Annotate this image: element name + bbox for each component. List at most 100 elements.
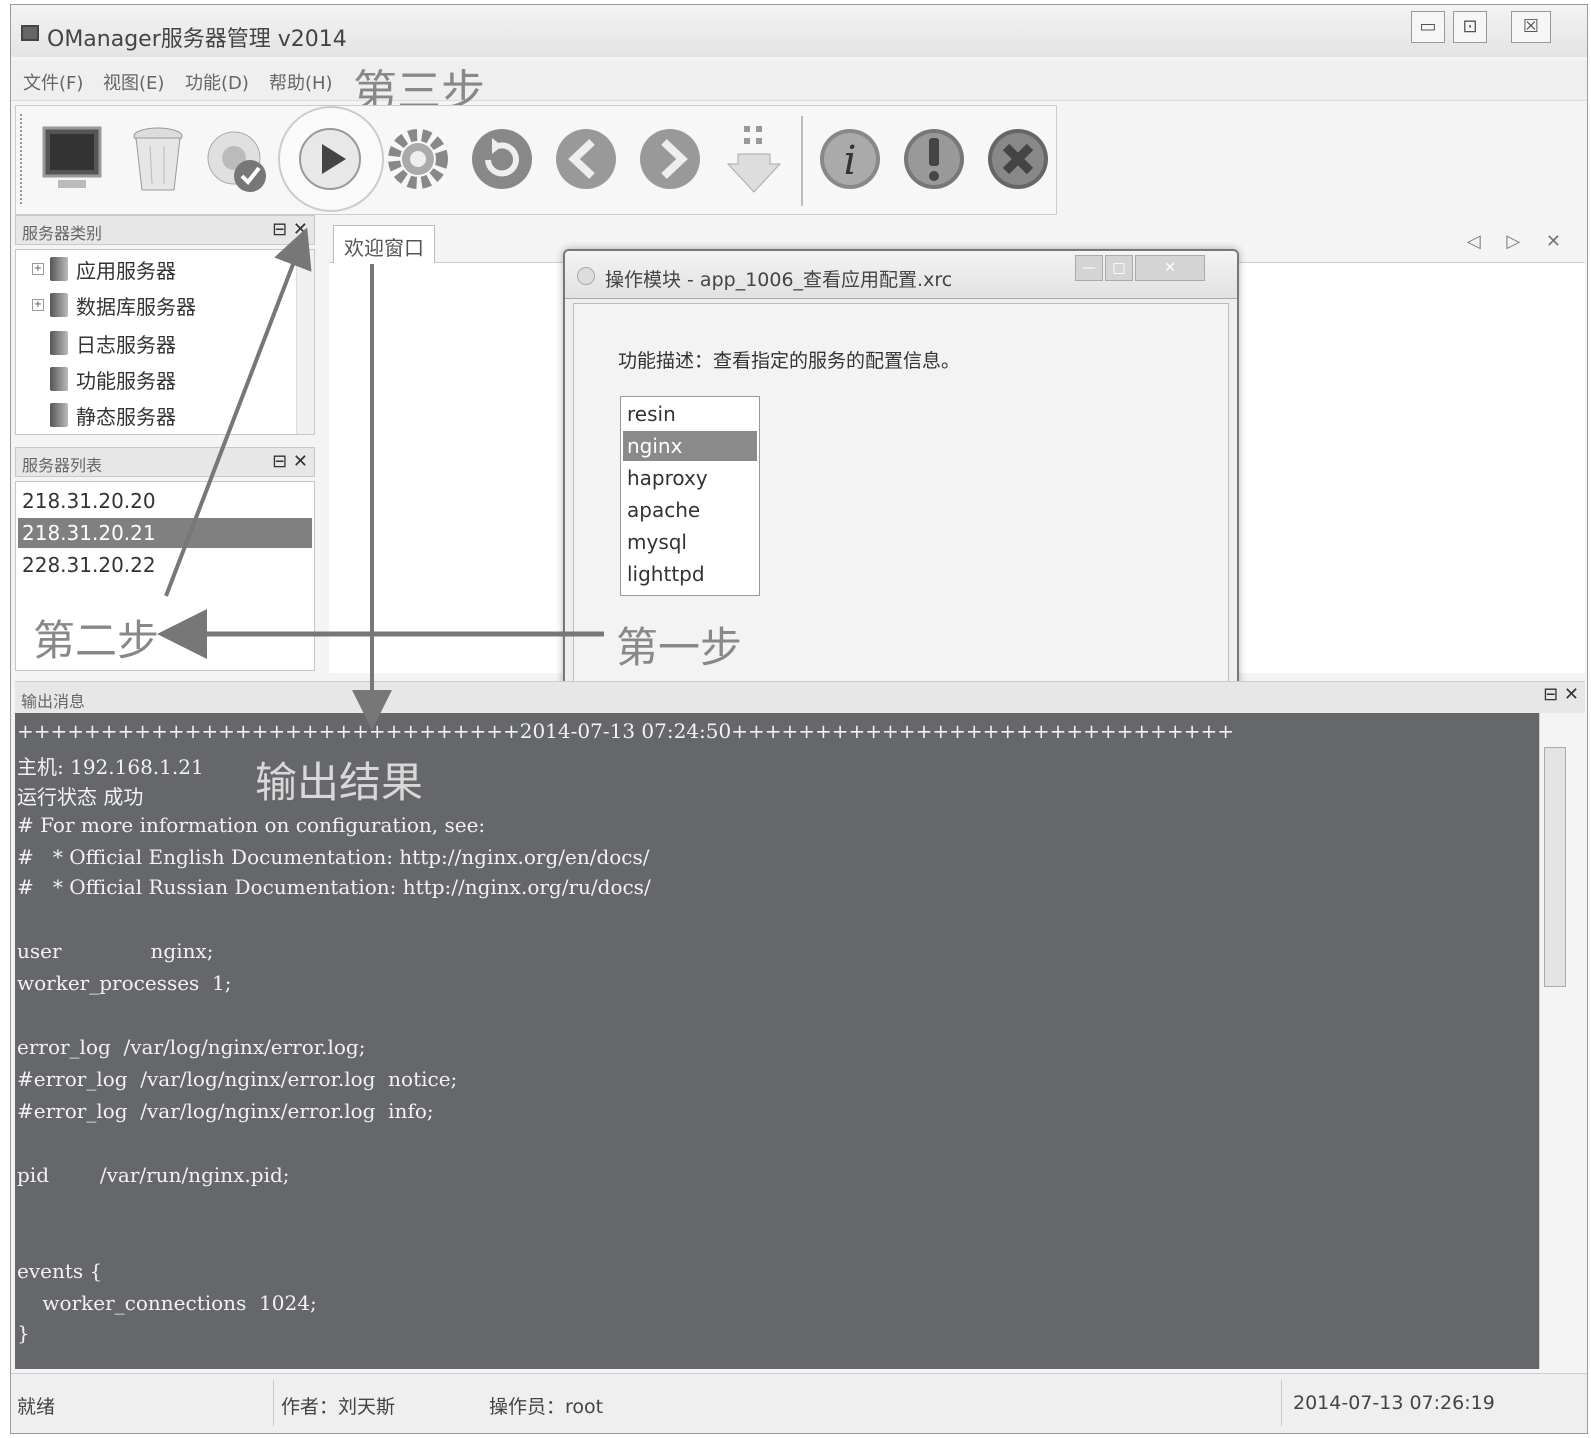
toolbar: i xyxy=(15,105,1057,215)
dialog-title-bar: 操作模块 - app_1006_查看应用配置.xrc — □ ✕ xyxy=(565,251,1237,299)
status-separator xyxy=(1281,1380,1282,1426)
tree-item-static[interactable]: 静态服务器 xyxy=(50,400,176,430)
output-controls[interactable]: ⊟ ✕ xyxy=(1543,684,1579,705)
output-line: events { xyxy=(17,1259,103,1283)
dialog-body: 功能描述：查看指定的服务的配置信息。 resin nginx haproxy a… xyxy=(573,303,1229,685)
output-line: } xyxy=(17,1321,30,1345)
output-scrollbar[interactable] xyxy=(1539,713,1569,1369)
trash-icon[interactable] xyxy=(124,124,192,194)
server-types-header: 服务器类别 ⊟ ✕ xyxy=(15,215,315,245)
tree-item-database[interactable]: + 数据库服务器 xyxy=(32,290,196,320)
output-line: # * Official Russian Documentation: http… xyxy=(17,875,651,899)
step1-annotation: 第一步 xyxy=(616,623,743,672)
status-operator: 操作员：root xyxy=(489,1396,604,1418)
menu-file[interactable]: 文件(F) xyxy=(23,69,83,95)
service-item[interactable]: lighttpd xyxy=(623,559,757,589)
output-line: worker_processes 1; xyxy=(17,971,232,995)
step2-annotation: 第二步 xyxy=(33,616,160,665)
tree-item-app[interactable]: + 应用服务器 xyxy=(32,254,176,284)
tree-scrollbar[interactable] xyxy=(296,250,314,434)
dialog-minimize-button[interactable]: — xyxy=(1075,255,1103,281)
server-list-controls[interactable]: ⊟ ✕ xyxy=(272,451,308,472)
output-line: # * Official English Documentation: http… xyxy=(17,845,650,869)
output-scroll-thumb[interactable] xyxy=(1544,747,1566,987)
status-separator xyxy=(273,1380,274,1426)
service-list: resin nginx haproxy apache mysql lighttp… xyxy=(620,396,760,596)
app-icon xyxy=(21,25,39,41)
output-line: #error_log /var/log/nginx/error.log noti… xyxy=(17,1067,458,1091)
svg-text:i: i xyxy=(844,138,857,184)
server-types-title: 服务器类别 xyxy=(22,224,103,243)
expand-icon[interactable]: + xyxy=(32,263,44,275)
menu-bar: 文件(F) 视图(E) 功能(D) 帮助(H) xyxy=(11,61,1587,101)
tree-item-function[interactable]: 功能服务器 xyxy=(50,364,176,394)
status-bar: 就绪 作者：刘天斯 操作员：root 2014-07-13 07:26:19 xyxy=(11,1373,1587,1433)
output-line: 主机: 192.168.1.21 xyxy=(17,755,204,779)
dialog-description: 功能描述：查看指定的服务的配置信息。 xyxy=(618,350,961,372)
server-item-selected[interactable]: 218.31.20.21 xyxy=(18,518,312,548)
output-line: pid /var/run/nginx.pid; xyxy=(17,1163,290,1187)
dialog-icon xyxy=(577,267,595,285)
output-line: ++++++++++++++++++++++++++++++2014-07-13… xyxy=(17,719,1234,743)
output-line: worker_connections 1024; xyxy=(17,1291,317,1315)
service-item-selected[interactable]: nginx xyxy=(623,431,757,461)
menu-help[interactable]: 帮助(H) xyxy=(269,69,333,95)
folder-icon xyxy=(50,331,68,355)
gear-icon[interactable] xyxy=(384,124,452,194)
tree-item-log[interactable]: 日志服务器 xyxy=(50,328,176,358)
status-datetime: 2014-07-13 07:26:19 xyxy=(1293,1392,1495,1414)
download-icon[interactable] xyxy=(720,124,788,194)
service-item[interactable]: mysql xyxy=(623,527,757,557)
folder-icon xyxy=(50,403,68,427)
output-console: ++++++++++++++++++++++++++++++2014-07-13… xyxy=(15,713,1539,1369)
check-icon[interactable] xyxy=(204,124,272,194)
monitor-icon[interactable] xyxy=(38,124,106,194)
service-item[interactable]: apache xyxy=(623,495,757,525)
output-line: 运行状态 成功 xyxy=(17,785,144,809)
output-line: error_log /var/log/nginx/error.log; xyxy=(17,1035,366,1059)
app-window: OManager服务器管理 v2014 ▭ ⊡ ☒ 文件(F) 视图(E) 功能… xyxy=(10,4,1588,1434)
menu-view[interactable]: 视图(E) xyxy=(103,69,164,95)
output-line: #error_log /var/log/nginx/error.log info… xyxy=(17,1099,434,1123)
status-state: 就绪 xyxy=(17,1396,56,1418)
window-title: OManager服务器管理 v2014 xyxy=(47,27,347,52)
warning-icon[interactable] xyxy=(900,124,968,194)
server-item[interactable]: 228.31.20.22 xyxy=(18,550,312,580)
dialog-title: 操作模块 - app_1006_查看应用配置.xrc xyxy=(605,269,953,291)
dialog-maximize-button[interactable]: □ xyxy=(1105,255,1133,281)
status-author: 作者：刘天斯 xyxy=(281,1396,396,1418)
forward-icon[interactable] xyxy=(636,124,704,194)
menu-function[interactable]: 功能(D) xyxy=(185,69,249,95)
close-button[interactable]: ☒ xyxy=(1511,11,1551,43)
stop-icon[interactable] xyxy=(984,124,1052,194)
server-list-header: 服务器列表 ⊟ ✕ xyxy=(15,447,315,477)
dialog-close-button[interactable]: ✕ xyxy=(1135,255,1205,281)
server-types-controls[interactable]: ⊟ ✕ xyxy=(272,219,308,240)
tab-controls[interactable]: ◁ ▷ ✕ xyxy=(1467,231,1571,252)
maximize-button[interactable]: ⊡ xyxy=(1453,11,1487,43)
output-line: # For more information on configuration,… xyxy=(17,813,486,837)
play-icon[interactable] xyxy=(296,124,364,194)
refresh-icon[interactable] xyxy=(468,124,536,194)
title-bar: OManager服务器管理 v2014 ▭ ⊡ ☒ xyxy=(11,5,1587,57)
toolbar-grip[interactable] xyxy=(20,114,24,204)
folder-icon xyxy=(50,257,68,281)
server-types-tree: + 应用服务器 + 数据库服务器 日志服务器 功能服务器 静态服务器 xyxy=(15,249,315,435)
back-icon[interactable] xyxy=(552,124,620,194)
toolbar-separator xyxy=(801,116,803,206)
folder-icon xyxy=(50,293,68,317)
info-icon[interactable]: i xyxy=(816,124,884,194)
service-item[interactable]: resin xyxy=(623,399,757,429)
folder-icon xyxy=(50,367,68,391)
server-list-title: 服务器列表 xyxy=(22,456,103,475)
result-annotation: 输出结果 xyxy=(255,758,424,807)
output-line: user nginx; xyxy=(17,939,214,963)
server-item[interactable]: 218.31.20.20 xyxy=(18,486,312,516)
operation-dialog: 操作模块 - app_1006_查看应用配置.xrc — □ ✕ 功能描述：查看… xyxy=(563,249,1239,695)
minimize-button[interactable]: ▭ xyxy=(1411,11,1445,43)
output-header: 输出消息 ⊟ ✕ xyxy=(15,681,1585,713)
output-title: 输出消息 xyxy=(21,692,86,711)
expand-icon[interactable]: + xyxy=(32,299,44,311)
tab-welcome[interactable]: 欢迎窗口 xyxy=(333,225,435,263)
service-item[interactable]: haproxy xyxy=(623,463,757,493)
